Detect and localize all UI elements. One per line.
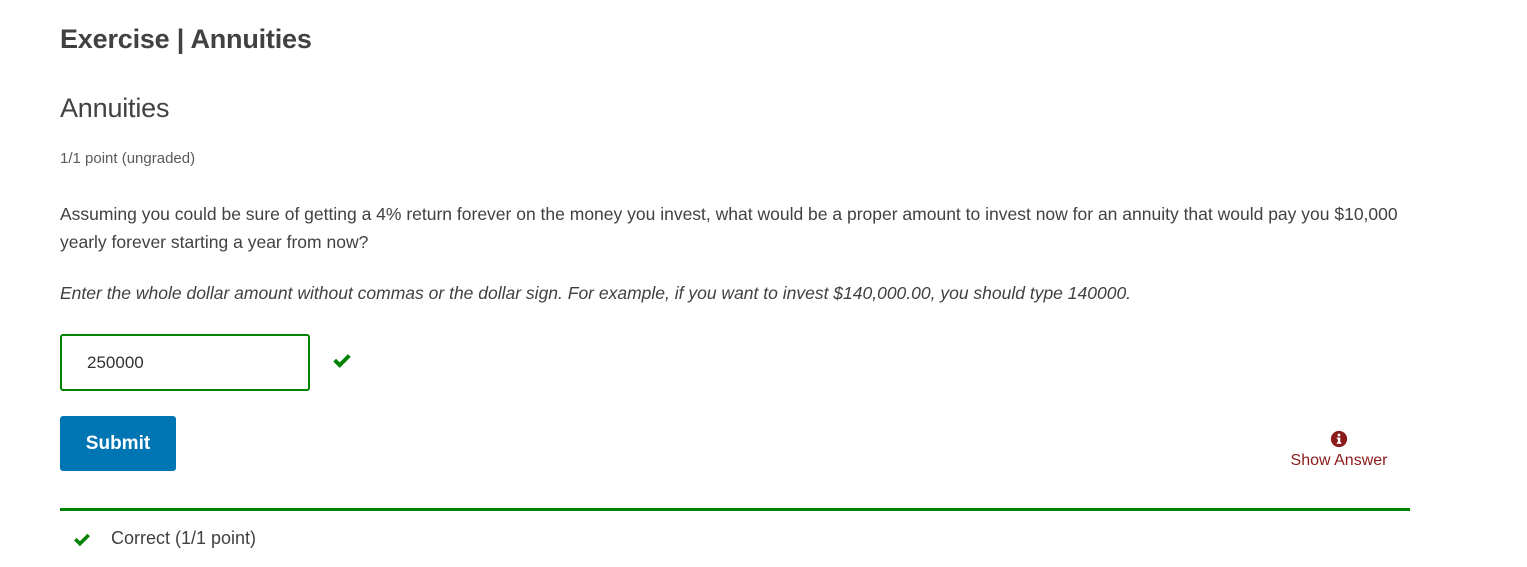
- submit-button[interactable]: Submit: [60, 416, 176, 471]
- points-label: 1/1 point (ungraded): [60, 150, 196, 167]
- instruction-text: Enter the whole dollar amount without co…: [60, 283, 1132, 303]
- checkmark-icon: [333, 354, 351, 368]
- show-answer-label: Show Answer: [1290, 452, 1388, 469]
- problem-title: Annuities: [60, 93, 170, 123]
- checkmark-icon: [74, 533, 90, 547]
- question-text: Assuming you could be sure of getting a …: [60, 204, 1398, 252]
- feedback-message: Correct (1/1 point): [60, 508, 1410, 548]
- show-answer-button[interactable]: Show Answer: [1279, 430, 1399, 470]
- page-title: Exercise | Annuities: [60, 24, 312, 54]
- feedback-text: Correct (1/1 point): [111, 528, 257, 548]
- info-circle-icon: [1330, 430, 1348, 448]
- answer-input[interactable]: [60, 334, 310, 391]
